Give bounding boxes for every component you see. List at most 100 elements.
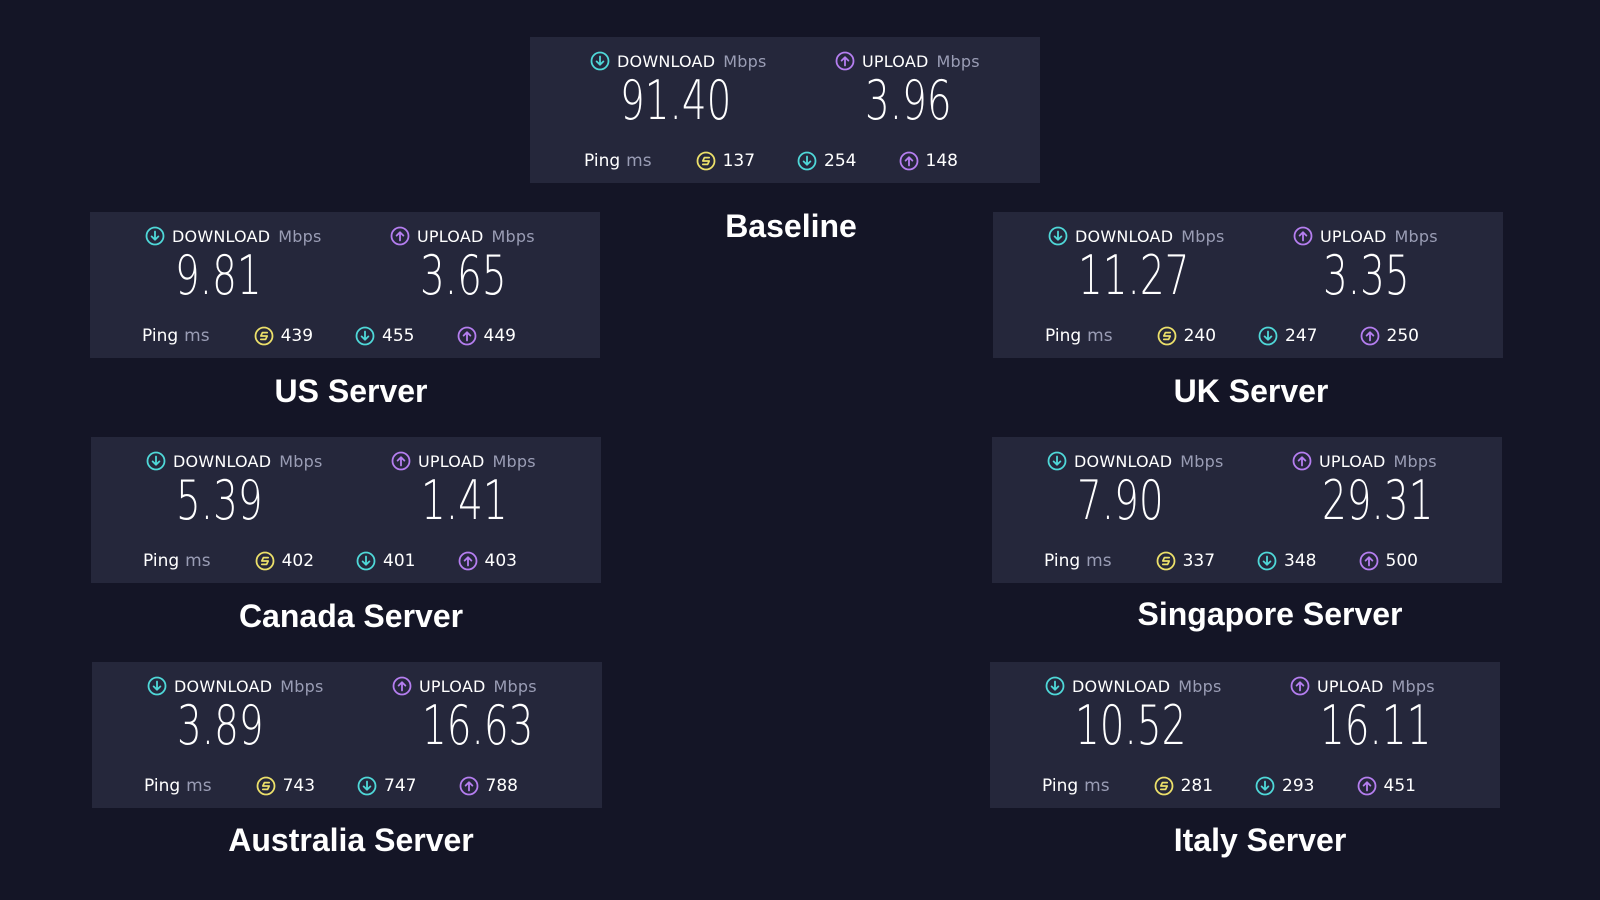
upload-label: UPLOAD (1319, 451, 1386, 471)
arrow-up-circle-icon (390, 226, 410, 246)
ping-download: 254 (797, 151, 857, 171)
card-title-australia: Australia Server (228, 822, 474, 858)
ping-upload: 403 (458, 551, 517, 571)
download-metric: DOWNLOAD Mbps 10.52 (1045, 676, 1230, 754)
download-unit: Mbps (280, 676, 324, 696)
upload-unit: Mbps (1394, 226, 1438, 246)
ping-upload: 148 (899, 151, 958, 171)
ping-row: Ping ms 137 254 148 (584, 151, 958, 171)
ping-download-value: 348 (1284, 551, 1317, 571)
download-unit: Mbps (278, 226, 322, 246)
download-metric: DOWNLOAD Mbps 7.90 (1047, 451, 1224, 529)
ping-upload-value: 500 (1385, 551, 1418, 571)
upload-label: UPLOAD (418, 451, 485, 471)
upload-value: 1.41 (421, 469, 508, 532)
download-label: DOWNLOAD (1072, 676, 1171, 696)
ping-label: Ping (584, 151, 621, 171)
ping-idle-value: 439 (280, 326, 314, 346)
upload-unit: Mbps (936, 51, 980, 71)
arrow-down-circle-icon (356, 551, 376, 571)
ping-download: 747 (357, 776, 417, 796)
arrow-up-circle-icon (458, 551, 478, 571)
ping-row: Ping ms 240 247 250 (1045, 326, 1419, 346)
download-unit: Mbps (279, 451, 323, 471)
ping-idle: 439 (254, 326, 313, 346)
upload-unit: Mbps (1391, 676, 1435, 696)
arrow-down-circle-icon (147, 676, 167, 696)
arrow-down-circle-icon (146, 451, 166, 471)
ping-row: Ping ms 337 348 500 (1044, 551, 1418, 571)
download-value: 5.39 (176, 469, 263, 532)
latency-circle-icon (1154, 776, 1174, 796)
ping-idle-value: 743 (282, 776, 316, 796)
download-metric: DOWNLOAD Mbps 91.40 (590, 51, 775, 129)
download-metric: DOWNLOAD Mbps 11.27 (1048, 226, 1233, 304)
upload-value: 16.63 (422, 694, 534, 757)
ping-row: Ping ms 743 747 788 (144, 776, 518, 796)
ping-label: Ping (144, 776, 181, 796)
arrow-up-circle-icon (1360, 326, 1380, 346)
card-title-baseline: Baseline (725, 208, 857, 244)
arrow-down-circle-icon (590, 51, 610, 71)
upload-metric: UPLOAD Mbps 3.65 (390, 226, 540, 304)
ping-idle-value: 240 (1183, 326, 1217, 346)
arrow-up-circle-icon (1359, 551, 1379, 571)
arrow-up-circle-icon (835, 51, 855, 71)
arrow-down-circle-icon (357, 776, 377, 796)
download-metric: DOWNLOAD Mbps 3.89 (147, 676, 324, 754)
speedtest-card-australia: DOWNLOAD Mbps 3.89 UPLOAD Mbps 16.63 Pin… (92, 662, 602, 808)
upload-metric: UPLOAD Mbps 3.35 (1293, 226, 1443, 304)
card-title-canada: Canada Server (238, 598, 464, 634)
ping-download-value: 455 (382, 326, 415, 346)
arrow-down-circle-icon (145, 226, 165, 246)
card-title-singapore: Singapore Server (1137, 596, 1403, 632)
download-unit: Mbps (1180, 451, 1224, 471)
upload-metric: UPLOAD Mbps 16.11 (1290, 676, 1475, 754)
ping-idle: 137 (696, 151, 755, 171)
ping-download-value: 747 (384, 776, 417, 796)
ping-idle-value: 337 (1182, 551, 1216, 571)
arrow-up-circle-icon (457, 326, 477, 346)
ping-upload-value: 148 (925, 151, 958, 171)
ping-upload: 451 (1357, 776, 1416, 796)
latency-circle-icon (255, 551, 275, 571)
download-metric: DOWNLOAD Mbps 5.39 (146, 451, 323, 529)
ping-row: Ping ms 439 455 449 (142, 326, 516, 346)
ping-idle-value: 281 (1180, 776, 1214, 796)
upload-value: 3.65 (420, 244, 507, 307)
ping-idle: 743 (256, 776, 315, 796)
arrow-down-circle-icon (1255, 776, 1275, 796)
arrow-up-circle-icon (1357, 776, 1377, 796)
arrow-up-circle-icon (1290, 676, 1310, 696)
ping-upload-value: 451 (1383, 776, 1416, 796)
ping-idle: 281 (1154, 776, 1213, 796)
upload-label: UPLOAD (417, 226, 484, 246)
download-value: 9.81 (175, 244, 262, 307)
upload-label: UPLOAD (1320, 226, 1387, 246)
arrow-down-circle-icon (1048, 226, 1068, 246)
latency-circle-icon (1156, 551, 1176, 571)
ping-download-value: 254 (824, 151, 857, 171)
ping-download: 247 (1258, 326, 1318, 346)
upload-label: UPLOAD (1317, 676, 1384, 696)
download-value: 91.40 (620, 69, 732, 132)
arrow-up-circle-icon (899, 151, 919, 171)
arrow-up-circle-icon (459, 776, 479, 796)
speedtest-card-uk: DOWNLOAD Mbps 11.27 UPLOAD Mbps 3.35 Pin… (993, 212, 1503, 358)
arrow-down-circle-icon (797, 151, 817, 171)
ping-unit: ms (185, 551, 211, 571)
download-value: 3.89 (177, 694, 264, 757)
latency-circle-icon (254, 326, 274, 346)
ping-label: Ping (143, 551, 180, 571)
ping-idle: 402 (255, 551, 314, 571)
download-label: DOWNLOAD (173, 451, 272, 471)
ping-download-value: 401 (383, 551, 416, 571)
speedtest-card-italy: DOWNLOAD Mbps 10.52 UPLOAD Mbps 16.11 Pi… (990, 662, 1500, 808)
ping-unit: ms (1086, 551, 1112, 571)
ping-unit: ms (186, 776, 212, 796)
upload-metric: UPLOAD Mbps 3.96 (835, 51, 985, 129)
upload-label: UPLOAD (419, 676, 486, 696)
download-label: DOWNLOAD (174, 676, 273, 696)
download-value: 10.52 (1075, 694, 1187, 757)
ping-idle-value: 137 (722, 151, 756, 171)
